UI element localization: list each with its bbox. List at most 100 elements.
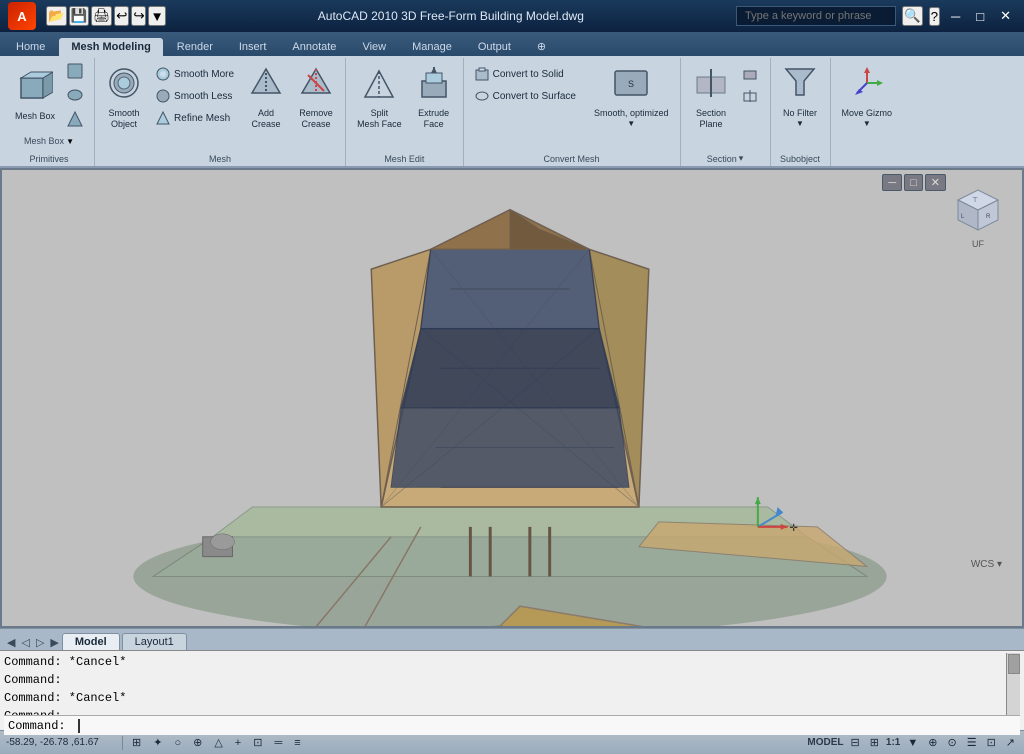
quickaccess-open[interactable]: 📂	[46, 6, 67, 26]
refine-mesh-button[interactable]: Refine Mesh	[151, 108, 239, 128]
ribbon-group-convert-mesh: Convert to Solid Convert to Surface S Sm…	[464, 58, 681, 166]
mesh-group-label: Mesh	[95, 154, 345, 164]
viewport-maximize-btn[interactable]: □	[904, 174, 923, 191]
smooth-object-icon	[106, 65, 142, 106]
ribbon-group-section: SectionPlane Section▾	[681, 58, 771, 166]
convert-solid-button[interactable]: Convert to Solid	[470, 64, 581, 84]
viewport-minimize-btn[interactable]: ─	[882, 174, 902, 191]
close-btn[interactable]: ✕	[995, 6, 1016, 26]
quickaccess-print[interactable]: 🖨	[91, 6, 112, 26]
tab-insert[interactable]: Insert	[227, 38, 279, 56]
tab-annotate[interactable]: Annotate	[280, 38, 348, 56]
minimize-btn[interactable]: ─	[946, 7, 965, 26]
command-cursor	[70, 719, 80, 733]
split-mesh-face-icon	[361, 65, 397, 106]
search-input[interactable]	[736, 6, 896, 26]
quickaccess-undo[interactable]: ↩	[114, 6, 129, 26]
layout-nav-last[interactable]: ▶	[47, 635, 61, 650]
tab-view[interactable]: View	[350, 38, 398, 56]
tab-layout1[interactable]: Layout1	[122, 633, 187, 650]
layout-nav-prev[interactable]: ◁	[18, 635, 32, 650]
titlebar: A 📂 💾 🖨 ↩ ↪ ▼ AutoCAD 2010 3D Free-Form …	[0, 0, 1024, 32]
smooth-optimized-button[interactable]: S Smooth, optimized ▼	[589, 60, 674, 133]
model-paper-toggle[interactable]: ⊟	[847, 735, 862, 750]
search-btn[interactable]: 🔍	[902, 6, 923, 26]
mesh-box-button[interactable]: Mesh Box	[10, 63, 60, 127]
status-ortho-btn[interactable]: ⊕	[190, 735, 205, 750]
convert-solid-label: Convert to Solid	[493, 69, 564, 80]
view-cube[interactable]: ⊤ L R UF	[948, 180, 1008, 240]
split-mesh-face-button[interactable]: SplitMesh Face	[352, 60, 407, 135]
remove-crease-icon	[298, 65, 334, 106]
quickaccess-save[interactable]: 💾	[69, 6, 90, 26]
split-mesh-face-label: SplitMesh Face	[357, 108, 402, 130]
mesh-sub1-button[interactable]	[62, 60, 88, 82]
layout-nav-left[interactable]: ◀	[4, 635, 18, 650]
tab-render[interactable]: Render	[165, 38, 225, 56]
primitives-group-label: Primitives	[4, 154, 94, 164]
smooth-object-button[interactable]: SmoothObject	[101, 60, 147, 135]
viewport-close-btn[interactable]: ✕	[925, 174, 946, 191]
convert-surface-button[interactable]: Convert to Surface	[470, 86, 581, 106]
command-line-2: Command:	[4, 671, 1004, 689]
viewport[interactable]: ✛ ⊤ L R UF WCS ▾ ─ □ ✕	[0, 168, 1024, 628]
clean-screen-btn[interactable]: ↗	[1003, 735, 1018, 750]
smooth-less-button[interactable]: Smooth Less	[151, 86, 239, 106]
coordinates-display: -58.29, -26.78 ,61.67	[6, 737, 116, 748]
svg-text:✛: ✛	[790, 523, 798, 534]
status-grid-btn[interactable]: ⊞	[129, 735, 144, 750]
mesh-edit-group-label: Mesh Edit	[346, 154, 463, 164]
move-gizmo-button[interactable]: Move Gizmo ▼	[837, 60, 898, 133]
maximize-btn[interactable]: □	[971, 7, 989, 26]
status-dynin-btn[interactable]: ⊡	[250, 735, 265, 750]
smooth-optimized-icon: S	[613, 65, 649, 106]
tab-output[interactable]: Output	[466, 38, 523, 56]
extrude-face-label: ExtrudeFace	[418, 108, 449, 130]
status-snap-btn[interactable]: ✦	[150, 735, 165, 750]
model-label: MODEL	[807, 737, 843, 748]
section-plane-button[interactable]: SectionPlane	[688, 60, 734, 135]
remove-crease-button[interactable]: RemoveCrease	[293, 60, 339, 135]
ribbon-tabs: Home Mesh Modeling Render Insert Annotat…	[0, 32, 1024, 56]
tab-extra[interactable]: ⊕	[525, 37, 558, 56]
section-sub2-button[interactable]	[738, 86, 762, 106]
layout-nav-right[interactable]: ▷	[33, 635, 47, 650]
add-crease-icon	[248, 65, 284, 106]
subobject-group-label: Subobject	[771, 154, 830, 164]
tray-settings-btn[interactable]: ⊡	[984, 735, 999, 750]
section-sub1-button[interactable]	[738, 64, 762, 84]
move-gizmo-icon	[849, 65, 885, 106]
add-crease-button[interactable]: AddCrease	[243, 60, 289, 135]
smooth-object-label: SmoothObject	[109, 108, 140, 130]
command-scrollbar[interactable]	[1006, 653, 1020, 715]
tab-manage[interactable]: Manage	[400, 38, 464, 56]
section-group-label: Section▾	[681, 153, 770, 164]
quickaccess-redo[interactable]: ↪	[131, 6, 146, 26]
status-right-area: MODEL ⊟ ⊞ 1:1 ▼ ⊕ ⊙ ☰ ⊡ ↗	[807, 735, 1018, 750]
status-osnap-btn[interactable]: △	[211, 735, 225, 750]
command-line-4: Command:	[4, 707, 1004, 715]
mesh-sub2-button[interactable]	[62, 84, 88, 106]
no-filter-icon	[782, 65, 818, 106]
help-icon[interactable]: ?	[929, 7, 940, 26]
viewport-scale-btn[interactable]: ⊞	[867, 735, 882, 750]
scroll-thumb[interactable]	[1008, 654, 1020, 674]
annotation-scale-btn[interactable]: ⊕	[925, 735, 940, 750]
toolbar-btn[interactable]: ☰	[964, 735, 980, 750]
wcs-label: WCS ▾	[971, 559, 1002, 570]
ribbon-group-mesh-edit: SplitMesh Face ExtrudeFace Mesh Edit	[346, 58, 464, 166]
mesh-sub3-button[interactable]	[62, 108, 88, 130]
refine-mesh-label: Refine Mesh	[174, 113, 230, 124]
workspace-btn[interactable]: ⊙	[944, 735, 959, 750]
extrude-face-button[interactable]: ExtrudeFace	[411, 60, 457, 135]
tab-mesh-modeling[interactable]: Mesh Modeling	[59, 38, 162, 56]
smooth-optimized-label: Smooth, optimized	[594, 108, 669, 119]
quickaccess-extra[interactable]: ▼	[148, 6, 165, 26]
smooth-more-button[interactable]: Smooth More	[151, 64, 239, 84]
extrude-face-icon	[416, 65, 452, 106]
tab-model[interactable]: Model	[62, 633, 120, 650]
command-line-3: Command: *Cancel*	[4, 689, 1004, 707]
app-logo: A	[8, 2, 36, 30]
tab-home[interactable]: Home	[4, 38, 57, 56]
no-filter-button[interactable]: No Filter ▼	[777, 60, 823, 133]
